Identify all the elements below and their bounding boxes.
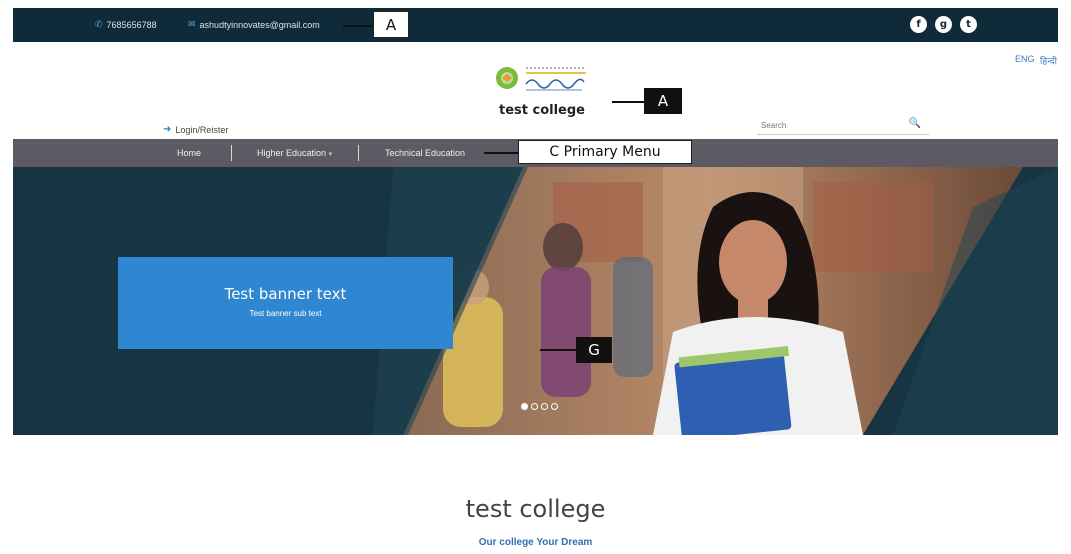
search-input[interactable] [757,116,897,135]
nav-divider [231,145,232,161]
chevron-down-icon: ▾ [328,151,333,158]
lang-hindi-link[interactable]: हिन्दी [1040,54,1057,67]
callout-g-banner: G [576,337,612,363]
email-contact[interactable]: ✉ ashudtyinnovates@gmail.com [188,19,320,30]
nav-item-technical-education[interactable]: Technical Education [385,148,465,158]
callout-a-top: A [373,11,409,38]
callout-leader [612,101,644,103]
callout-leader [484,152,518,154]
callout-primary-menu: C Primary Menu [518,140,692,164]
login-register-link[interactable]: ➜ Login/Reister [163,124,228,135]
login-label: Login/Reister [175,124,229,135]
college-logo[interactable] [492,62,592,100]
slider-dot[interactable] [531,403,538,410]
callout-a-header: A [644,88,682,114]
phone-number: 7685656788 [106,19,157,30]
slider-dot[interactable] [541,403,548,410]
content-title: test college [465,495,606,523]
lang-eng-link[interactable]: ENG [1015,54,1035,64]
nav-item-higher-education[interactable]: Higher Education ▾ [257,148,332,158]
nav-divider [358,145,359,161]
callout-leader [540,349,576,351]
google-plus-icon[interactable]: g [935,16,952,33]
login-icon: ➜ [163,124,172,135]
search-icon[interactable]: 🔍 [909,118,921,129]
nav-item-home[interactable]: Home [177,148,201,158]
callout-leader [343,25,373,27]
site-title[interactable]: test college [482,103,602,118]
nav-item-label: Higher Education [257,148,327,158]
top-contact-bar: ✆ 7685656788 ✉ ashudtyinnovates@gmail.co… [13,8,1058,42]
facebook-icon[interactable]: f [910,16,927,33]
envelope-icon: ✉ [188,19,196,29]
phone-contact[interactable]: ✆ 7685656788 [95,19,157,30]
content-tagline: Our college Your Dream [478,537,593,548]
banner-text-box[interactable]: Test banner text Test banner sub text [118,257,453,349]
banner-subtitle: Test banner sub text [249,309,322,318]
search-box: 🔍 [757,115,929,135]
hero-banner-slider[interactable]: Test banner text Test banner sub text [13,167,1058,435]
twitter-icon[interactable]: t [960,16,977,33]
email-address: ashudtyinnovates@gmail.com [199,19,320,30]
phone-icon: ✆ [95,19,103,29]
banner-title: Test banner text [224,285,347,303]
slider-dot[interactable] [551,403,558,410]
slider-dot[interactable] [521,403,528,410]
slider-dots [521,403,558,410]
